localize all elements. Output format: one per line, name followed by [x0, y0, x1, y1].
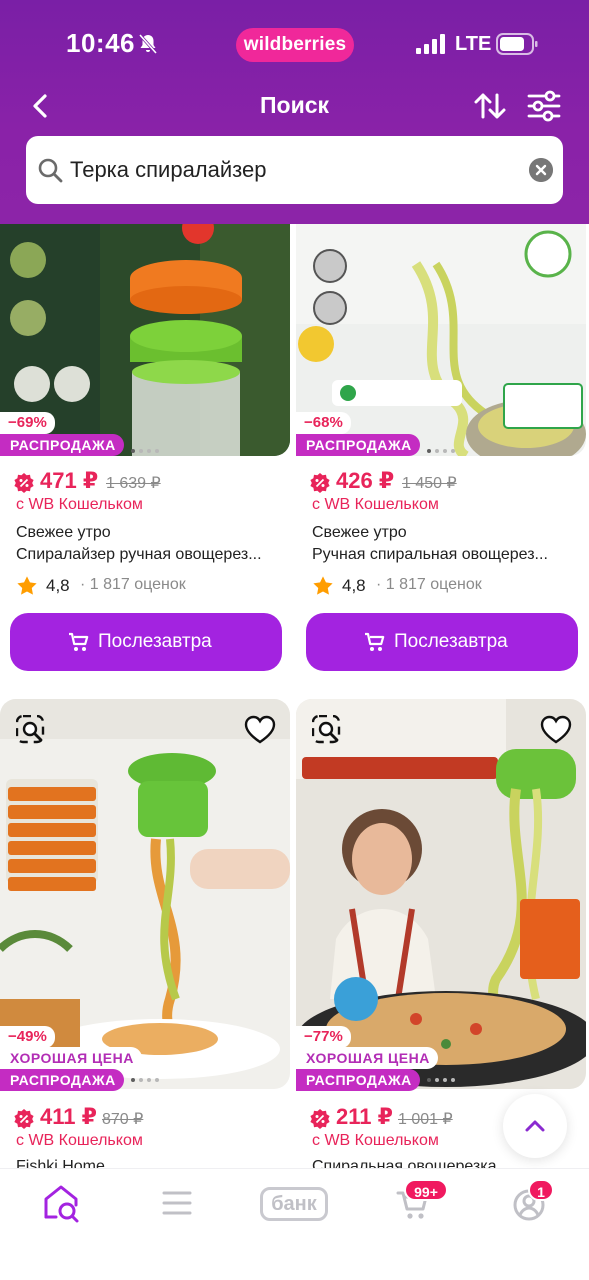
bank-icon[interactable]: банк — [260, 1187, 328, 1221]
product-title[interactable]: Спиралайзер ручная овощерез... — [16, 546, 282, 564]
product-card[interactable]: −69% РАСПРОДАЖА 471 ₽ 1 639 ₽ с WB Кошел… — [0, 224, 290, 1168]
signal-icon — [416, 34, 445, 54]
discount-badge: −68% — [296, 412, 351, 434]
battery-icon — [496, 33, 538, 55]
search-bar — [26, 136, 563, 204]
good-price-label: ХОРОШАЯ ЦЕНА — [0, 1047, 142, 1069]
price: 211 ₽ — [336, 1104, 393, 1129]
bell-muted-icon — [138, 34, 158, 54]
sort-icon[interactable] — [470, 86, 510, 126]
wallet-discount-icon — [310, 1109, 330, 1129]
star-icon — [313, 576, 333, 595]
wallet-discount-icon — [310, 473, 330, 493]
product-grid: −69% РАСПРОДАЖА 471 ₽ 1 639 ₽ с WB Кошел… — [0, 224, 589, 1168]
sale-label: РАСПРОДАЖА — [296, 434, 420, 456]
wallet-discount-icon — [14, 1109, 34, 1129]
product-brand: Спиральная овощерезка — [312, 1158, 497, 1168]
wallet-discount-icon — [14, 473, 34, 493]
profile-notification-badge: 1 — [528, 1179, 554, 1201]
reviews-count: · 1 817 оценок — [80, 576, 186, 593]
product-brand: Свежее утро — [312, 524, 407, 541]
catalog-icon[interactable] — [152, 1181, 202, 1225]
app-header: 10:46 wildberries LTE Поиск — [0, 0, 589, 224]
price: 411 ₽ — [40, 1104, 97, 1129]
status-time: 10:46 — [66, 28, 135, 58]
discount-badge: −69% — [0, 412, 55, 434]
favorite-heart-icon[interactable] — [244, 715, 276, 745]
old-price: 870 ₽ — [102, 1111, 144, 1128]
old-price: 1 639 ₽ — [106, 475, 161, 492]
cart-icon — [69, 632, 89, 651]
add-to-cart-button[interactable]: Послезавтра — [306, 613, 578, 671]
wallet-note: с WB Кошельком — [16, 1132, 143, 1149]
bottom-navigation: банк 99+ 1 — [0, 1168, 589, 1280]
chevron-up-icon — [525, 1120, 545, 1132]
sale-label: РАСПРОДАЖА — [0, 434, 124, 456]
add-to-cart-button[interactable]: Послезавтра — [10, 613, 282, 671]
brand-logo: wildberries — [236, 28, 354, 62]
status-bar: 10:46 wildberries LTE — [0, 0, 589, 80]
cart-count-badge: 99+ — [404, 1179, 448, 1201]
wallet-note: с WB Кошельком — [312, 1132, 439, 1149]
old-price: 1 450 ₽ — [402, 475, 457, 492]
discount-badge: −77% — [296, 1026, 351, 1048]
price: 426 ₽ — [336, 468, 395, 493]
rating-value: 4,8 — [46, 576, 70, 595]
search-input[interactable] — [70, 136, 510, 204]
favorite-heart-icon[interactable] — [540, 715, 572, 745]
product-title[interactable]: Ручная спиральная овощерез... — [312, 546, 578, 564]
visual-search-icon[interactable] — [312, 715, 342, 745]
delivery-label: Послезавтра — [98, 631, 212, 652]
discount-badge: −49% — [0, 1026, 55, 1048]
nav-bar: Поиск — [0, 80, 589, 132]
home-search-icon[interactable] — [36, 1181, 86, 1225]
filter-icon[interactable] — [524, 86, 564, 126]
clear-search-icon[interactable] — [529, 158, 553, 182]
good-price-label: ХОРОШАЯ ЦЕНА — [296, 1047, 438, 1069]
product-brand: Свежее утро — [16, 524, 111, 541]
product-brand: Fishki Home — [16, 1158, 105, 1168]
wallet-note: с WB Кошельком — [312, 496, 439, 513]
wallet-note: с WB Кошельком — [16, 496, 143, 513]
product-card[interactable]: −68% РАСПРОДАЖА 426 ₽ 1 450 ₽ с WB Кошел… — [296, 224, 586, 1168]
rating-value: 4,8 — [342, 576, 366, 595]
old-price: 1 001 ₽ — [398, 1111, 453, 1128]
reviews-count: · 1 817 оценок — [376, 576, 482, 593]
price: 471 ₽ — [40, 468, 99, 493]
star-icon — [17, 576, 37, 595]
delivery-label: Послезавтра — [394, 631, 508, 652]
visual-search-icon[interactable] — [16, 715, 46, 745]
network-type: LTE — [455, 33, 492, 55]
scroll-to-top-button[interactable] — [503, 1094, 567, 1158]
sale-label: РАСПРОДАЖА — [296, 1069, 420, 1091]
cart-icon — [365, 632, 385, 651]
sale-label: РАСПРОДАЖА — [0, 1069, 124, 1091]
search-icon — [38, 158, 63, 183]
